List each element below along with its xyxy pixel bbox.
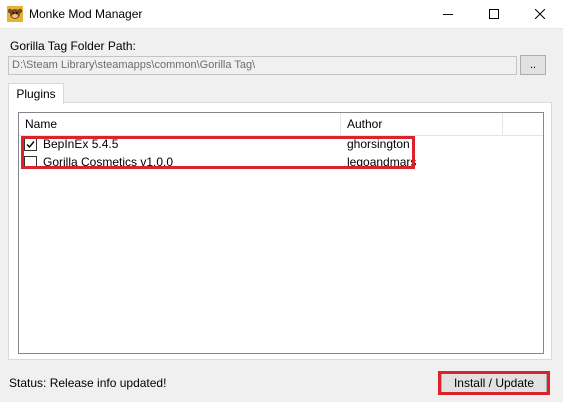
title-bar[interactable]: Monke Mod Manager bbox=[0, 0, 563, 29]
window-title: Monke Mod Manager bbox=[29, 7, 143, 21]
folder-path-input[interactable] bbox=[8, 56, 517, 75]
tab-plugins[interactable]: Plugins bbox=[8, 83, 64, 104]
minimize-button[interactable] bbox=[425, 0, 471, 28]
minimize-icon bbox=[443, 14, 453, 15]
monkey-app-icon bbox=[7, 6, 23, 22]
column-header-name[interactable]: Name bbox=[19, 113, 341, 135]
maximize-icon bbox=[489, 9, 499, 19]
maximize-button[interactable] bbox=[471, 0, 517, 28]
column-header-author[interactable]: Author bbox=[341, 113, 503, 135]
close-button[interactable] bbox=[517, 0, 563, 28]
status-text: Status: Release info updated! bbox=[9, 376, 167, 390]
list-header: Name Author bbox=[19, 113, 543, 136]
browse-folder-button[interactable]: .. bbox=[520, 55, 546, 75]
folder-path-label: Gorilla Tag Folder Path: bbox=[10, 39, 136, 53]
highlight-box-plugins bbox=[21, 136, 415, 169]
highlight-box-install bbox=[438, 371, 550, 395]
close-icon bbox=[535, 9, 545, 19]
